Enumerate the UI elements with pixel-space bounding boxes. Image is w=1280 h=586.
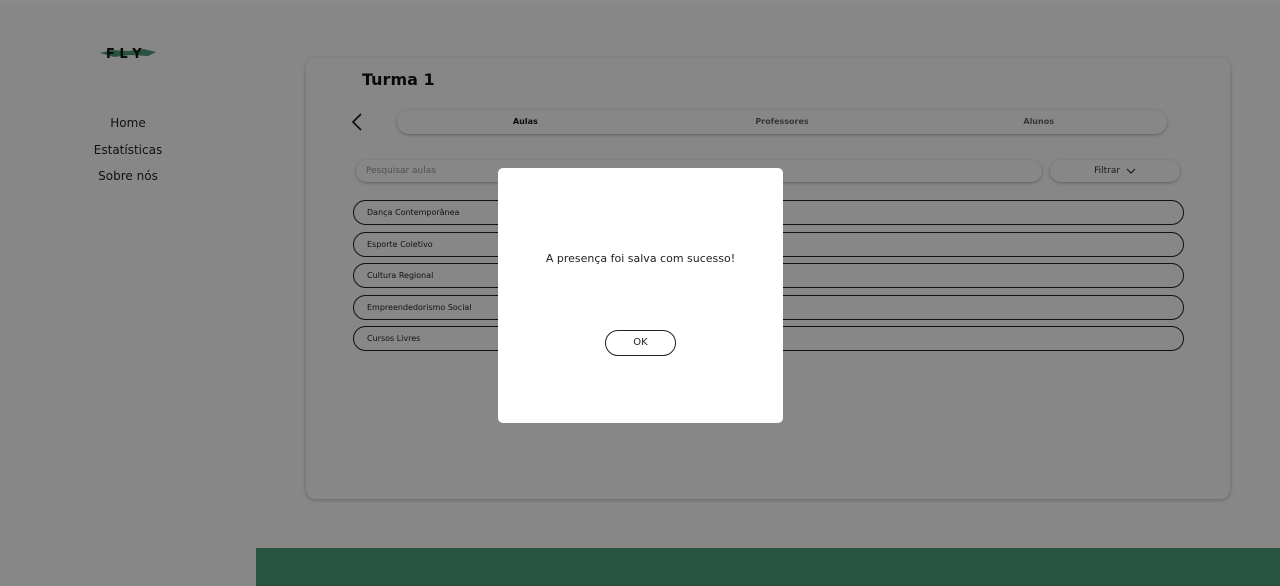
success-dialog: A presença foi salva com sucesso! OK [498,168,783,423]
dialog-message: A presença foi salva com sucesso! [545,252,736,265]
ok-button[interactable]: OK [605,330,676,356]
